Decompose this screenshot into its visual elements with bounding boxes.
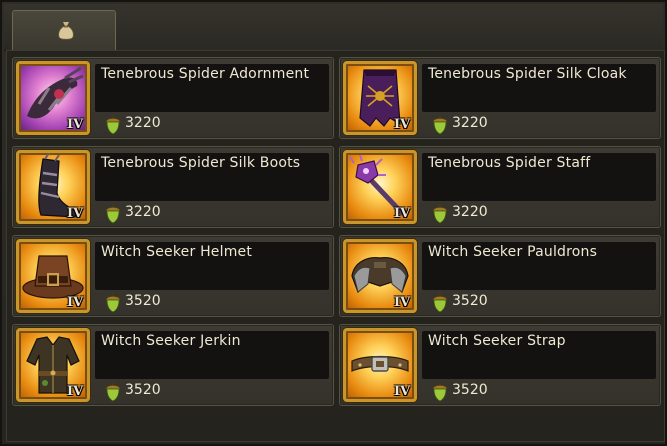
item-name-box: Witch Seeker Jerkin bbox=[95, 331, 329, 379]
tier-badge: IV bbox=[394, 384, 411, 399]
item-name-box: Tenebrous Spider Staff bbox=[422, 153, 656, 201]
item-name: Witch Seeker Helmet bbox=[101, 244, 253, 260]
acorn-icon bbox=[105, 293, 121, 313]
tier-badge: IV bbox=[67, 206, 84, 221]
acorn-icon bbox=[105, 382, 121, 402]
acorn-icon bbox=[432, 115, 448, 135]
shop-item-card[interactable]: IV Witch Seeker Pauldrons 3520 bbox=[339, 235, 661, 317]
shop-item-card[interactable]: IV Tenebrous Spider Staff 3220 bbox=[339, 146, 661, 228]
tab-money-bag[interactable] bbox=[12, 10, 116, 52]
item-price: 3220 bbox=[452, 204, 488, 220]
item-price: 3520 bbox=[125, 382, 161, 398]
shop-window: IV Tenebrous Spider Adornment 3220 IV Te… bbox=[0, 0, 667, 446]
acorn-icon bbox=[432, 204, 448, 224]
item-icon-frame[interactable]: IV bbox=[343, 239, 417, 313]
item-icon-frame[interactable]: IV bbox=[16, 328, 90, 402]
item-price: 3220 bbox=[125, 204, 161, 220]
acorn-icon bbox=[105, 115, 121, 135]
item-name: Tenebrous Spider Adornment bbox=[101, 66, 310, 82]
tier-badge: IV bbox=[394, 295, 411, 310]
item-name: Witch Seeker Strap bbox=[428, 333, 566, 349]
item-name: Tenebrous Spider Staff bbox=[428, 155, 591, 171]
acorn-icon bbox=[432, 382, 448, 402]
acorn-icon bbox=[432, 293, 448, 313]
shop-item-card[interactable]: IV Witch Seeker Strap 3520 bbox=[339, 324, 661, 406]
item-price: 3520 bbox=[452, 382, 488, 398]
item-name: Tenebrous Spider Silk Boots bbox=[101, 155, 301, 171]
item-list-panel: IV Tenebrous Spider Adornment 3220 IV Te… bbox=[6, 50, 665, 442]
item-price: 3520 bbox=[125, 293, 161, 309]
shop-item-card[interactable]: IV Tenebrous Spider Adornment 3220 bbox=[12, 57, 334, 139]
tier-badge: IV bbox=[67, 117, 84, 132]
item-icon-frame[interactable]: IV bbox=[16, 239, 90, 313]
item-name: Witch Seeker Pauldrons bbox=[428, 244, 598, 260]
item-name-box: Witch Seeker Pauldrons bbox=[422, 242, 656, 290]
item-name: Tenebrous Spider Silk Cloak bbox=[428, 66, 627, 82]
money-bag-icon bbox=[58, 22, 74, 40]
tab-bar bbox=[4, 4, 663, 52]
shop-item-card[interactable]: IV Tenebrous Spider Silk Cloak 3220 bbox=[339, 57, 661, 139]
item-price: 3520 bbox=[452, 293, 488, 309]
tier-badge: IV bbox=[67, 384, 84, 399]
tier-badge: IV bbox=[394, 117, 411, 132]
item-name-box: Tenebrous Spider Silk Cloak bbox=[422, 64, 656, 112]
shop-item-card[interactable]: IV Witch Seeker Jerkin 3520 bbox=[12, 324, 334, 406]
item-name-box: Tenebrous Spider Silk Boots bbox=[95, 153, 329, 201]
tier-badge: IV bbox=[67, 295, 84, 310]
item-icon-frame[interactable]: IV bbox=[343, 61, 417, 135]
shop-item-card[interactable]: IV Tenebrous Spider Silk Boots 3220 bbox=[12, 146, 334, 228]
acorn-icon bbox=[105, 204, 121, 224]
shop-item-card[interactable]: IV Witch Seeker Helmet 3520 bbox=[12, 235, 334, 317]
item-name-box: Tenebrous Spider Adornment bbox=[95, 64, 329, 112]
item-icon-frame[interactable]: IV bbox=[16, 150, 90, 224]
item-icon-frame[interactable]: IV bbox=[343, 150, 417, 224]
item-price: 3220 bbox=[125, 115, 161, 131]
item-icon-frame[interactable]: IV bbox=[16, 61, 90, 135]
item-icon-frame[interactable]: IV bbox=[343, 328, 417, 402]
item-price: 3220 bbox=[452, 115, 488, 131]
item-name-box: Witch Seeker Helmet bbox=[95, 242, 329, 290]
item-name-box: Witch Seeker Strap bbox=[422, 331, 656, 379]
tier-badge: IV bbox=[394, 206, 411, 221]
item-name: Witch Seeker Jerkin bbox=[101, 333, 241, 349]
